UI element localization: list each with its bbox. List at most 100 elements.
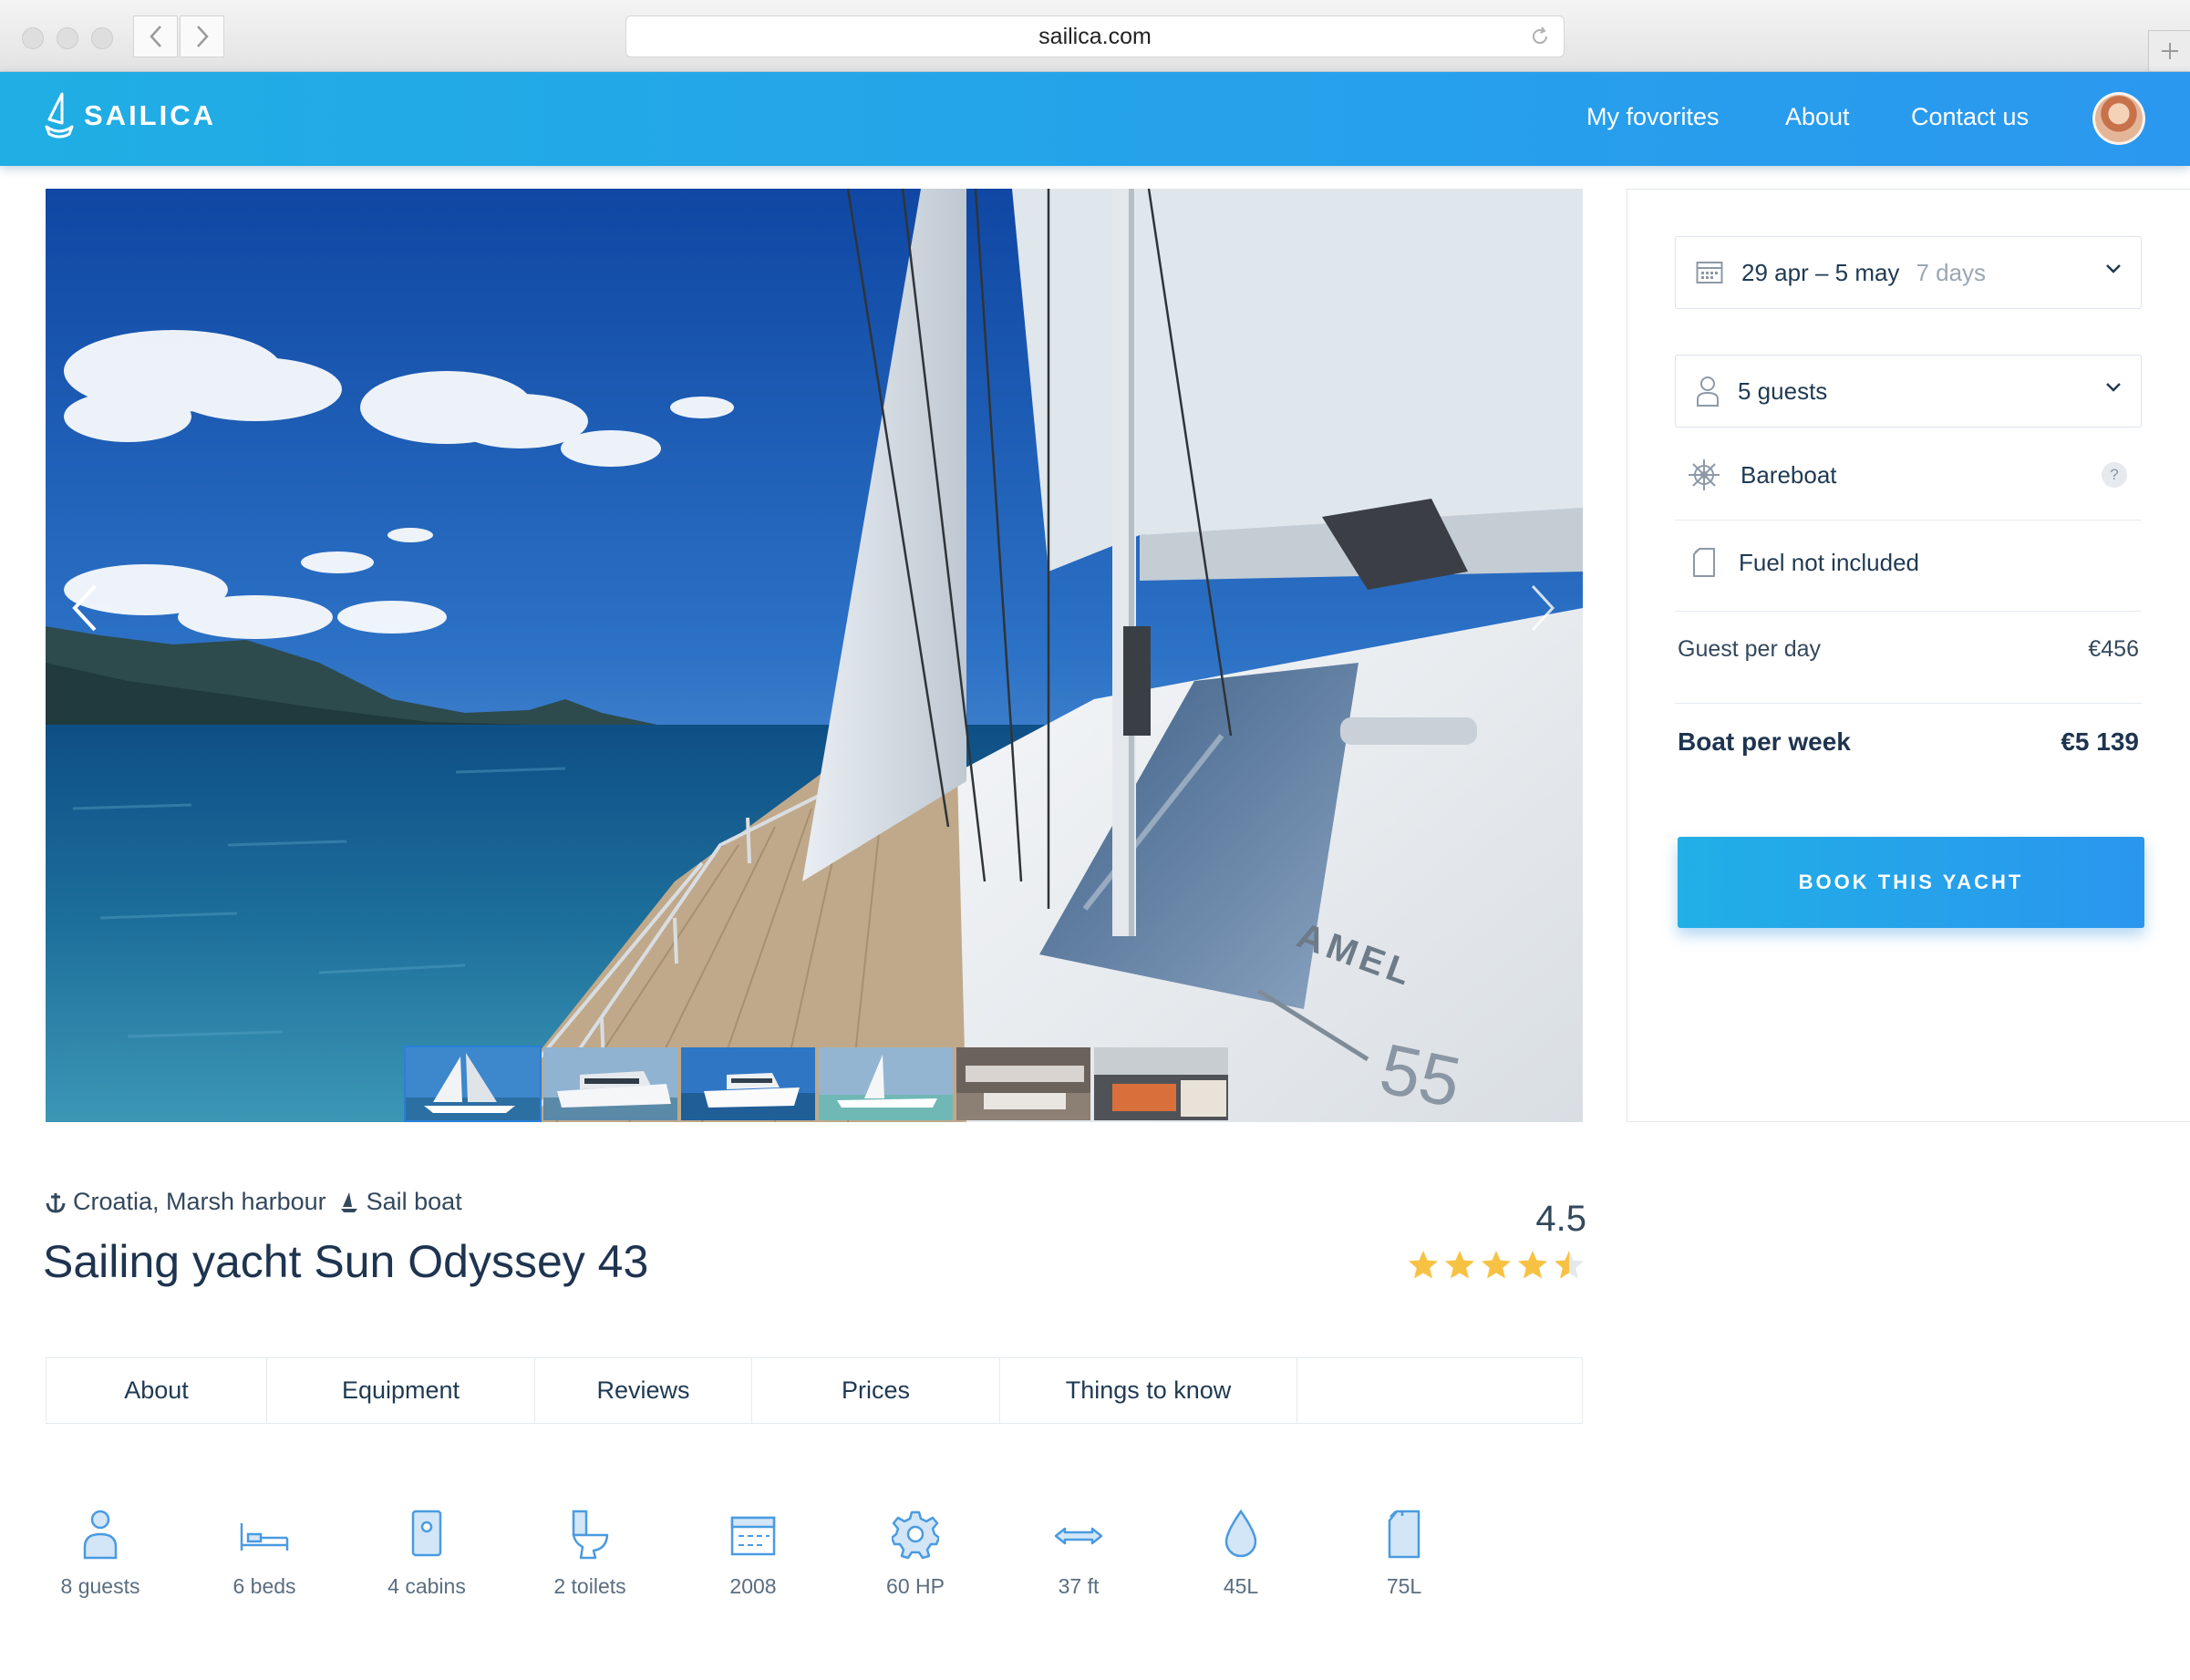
feature-label: 6 beds	[232, 1574, 296, 1598]
person-icon	[83, 1510, 118, 1560]
gallery-prev-button[interactable]	[62, 572, 108, 644]
feature-engine: 60 HP	[833, 1509, 997, 1599]
trip-duration-text: 7 days	[1916, 258, 1987, 286]
boat-title: Sailing yacht Sun Odyssey 43	[43, 1236, 649, 1287]
star-icon	[1555, 1251, 1584, 1279]
user-avatar[interactable]	[2092, 92, 2145, 145]
feature-label: 75L	[1386, 1574, 1422, 1598]
star-icon	[1482, 1251, 1511, 1279]
calendar-icon	[730, 1516, 776, 1556]
feature-fuel: 75L	[1322, 1509, 1486, 1599]
boat-meta: Croatia, Marsh harbour Sail boat	[46, 1188, 462, 1216]
sailboat-icon	[340, 1191, 357, 1212]
guests-text: 5 guests	[1738, 376, 1828, 405]
feature-label: 37 ft	[1058, 1574, 1100, 1598]
chevron-right-icon	[1531, 584, 1555, 632]
chevron-down-icon	[2106, 264, 2121, 273]
tab-prices[interactable]: Prices	[752, 1358, 1000, 1423]
charter-type-text: Bareboat	[1741, 460, 1837, 489]
anchor-icon	[46, 1192, 66, 1213]
url-text: sailica.com	[1038, 23, 1152, 49]
star-icon	[1518, 1251, 1547, 1279]
guest-price-row: Guest per day €456	[1678, 636, 2139, 663]
tab-reviews[interactable]: Reviews	[535, 1358, 752, 1423]
guests-select[interactable]: 5 guests	[1675, 355, 2142, 428]
fuel-canister-icon	[1693, 548, 1715, 577]
book-yacht-button[interactable]: BOOK THIS YACHT	[1678, 837, 2144, 928]
chevron-left-icon	[149, 26, 161, 47]
hull-number-text: 55	[1373, 1028, 1467, 1122]
tab-about[interactable]: About	[46, 1358, 267, 1423]
tab-things-to-know[interactable]: Things to know	[1000, 1358, 1297, 1423]
thumbnail-5[interactable]	[955, 1046, 1092, 1122]
reload-icon[interactable]	[1529, 26, 1551, 54]
sail-logo-icon	[45, 92, 74, 139]
nav-about-link[interactable]: About	[1785, 103, 1850, 131]
minimize-window-button[interactable]	[57, 27, 78, 49]
boat-location: Croatia, Marsh harbour	[73, 1188, 326, 1215]
thumbnail-1[interactable]	[404, 1046, 542, 1122]
feature-water: 45L	[1159, 1509, 1323, 1599]
divider	[1675, 611, 2142, 612]
date-range-select[interactable]: 29 apr – 5 may 7 days	[1675, 236, 2142, 309]
feature-label: 2008	[729, 1574, 777, 1598]
feature-beds: 6 beds	[182, 1509, 346, 1599]
toilet-icon	[572, 1510, 609, 1560]
thumbnail-strip	[404, 1046, 1230, 1122]
feature-label: 45L	[1223, 1574, 1259, 1598]
calendar-icon	[1696, 262, 1723, 283]
browser-chrome: sailica.com	[0, 0, 2190, 72]
date-range-text: 29 apr – 5 may	[1741, 258, 1900, 286]
guest-per-day-label: Guest per day	[1678, 636, 1822, 662]
divider	[1675, 703, 2142, 704]
chevron-right-icon	[196, 26, 209, 47]
feature-toilets: 2 toilets	[508, 1509, 672, 1599]
thumbnail-3[interactable]	[679, 1046, 817, 1122]
boat-price-row: Boat per week €5 139	[1678, 727, 2139, 757]
fuel-row: Fuel not included	[1675, 544, 2142, 581]
feature-label: 60 HP	[886, 1574, 945, 1598]
feature-label: 2 toilets	[553, 1574, 626, 1598]
cabin-door-icon	[411, 1510, 442, 1557]
fuel-canister-icon	[1388, 1510, 1420, 1559]
helm-wheel-icon	[1689, 459, 1720, 490]
photo-gallery: AMEL 55	[46, 189, 1583, 1122]
back-button[interactable]	[133, 15, 178, 57]
new-tab-button[interactable]	[2148, 30, 2190, 72]
rating-value: 4.5	[1535, 1199, 1586, 1239]
nav-favorites-link[interactable]: My fovorites	[1586, 103, 1720, 131]
yacht-photo: AMEL 55	[46, 189, 1583, 1122]
site-header: SAILICA My fovorites About Contact us	[0, 72, 2190, 166]
chevron-down-icon	[2106, 383, 2121, 392]
thumbnail-6[interactable]	[1092, 1046, 1230, 1122]
nav-contact-link[interactable]: Contact us	[1911, 103, 2029, 131]
rating-stars	[1407, 1249, 1586, 1282]
feature-label: 4 cabins	[387, 1574, 466, 1598]
tab-equipment[interactable]: Equipment	[267, 1358, 535, 1423]
zoom-window-button[interactable]	[91, 27, 113, 49]
address-bar[interactable]: sailica.com	[625, 15, 1565, 57]
boat-tabs: About Equipment Reviews Prices Things to…	[46, 1357, 1583, 1424]
gallery-next-button[interactable]	[1520, 572, 1565, 644]
feature-cabins: 4 cabins	[345, 1509, 509, 1599]
star-icon	[1445, 1251, 1474, 1279]
person-icon	[1697, 376, 1719, 407]
forward-button[interactable]	[180, 15, 224, 57]
chevron-left-icon	[72, 584, 97, 632]
boat-per-week-value: €5 139	[2061, 727, 2139, 756]
boat-per-week-label: Boat per week	[1678, 727, 1851, 756]
brand-logo[interactable]: SAILICA	[44, 92, 216, 139]
fuel-text: Fuel not included	[1739, 548, 1920, 576]
feature-guests: 8 guests	[18, 1509, 182, 1599]
close-window-button[interactable]	[22, 27, 44, 49]
boat-type: Sail boat	[366, 1188, 462, 1215]
charter-help-button[interactable]: ?	[2102, 462, 2127, 488]
water-drop-icon	[1224, 1509, 1257, 1558]
thumbnail-2[interactable]	[542, 1046, 679, 1122]
thumbnail-4[interactable]	[817, 1046, 955, 1122]
booking-card: 29 apr – 5 may 7 days 5 guests Bareboat …	[1627, 189, 2190, 1122]
charter-type-row: Bareboat ?	[1675, 457, 2142, 493]
length-arrows-icon	[1054, 1527, 1103, 1545]
gear-icon	[892, 1510, 939, 1560]
feature-year: 2008	[671, 1509, 835, 1599]
